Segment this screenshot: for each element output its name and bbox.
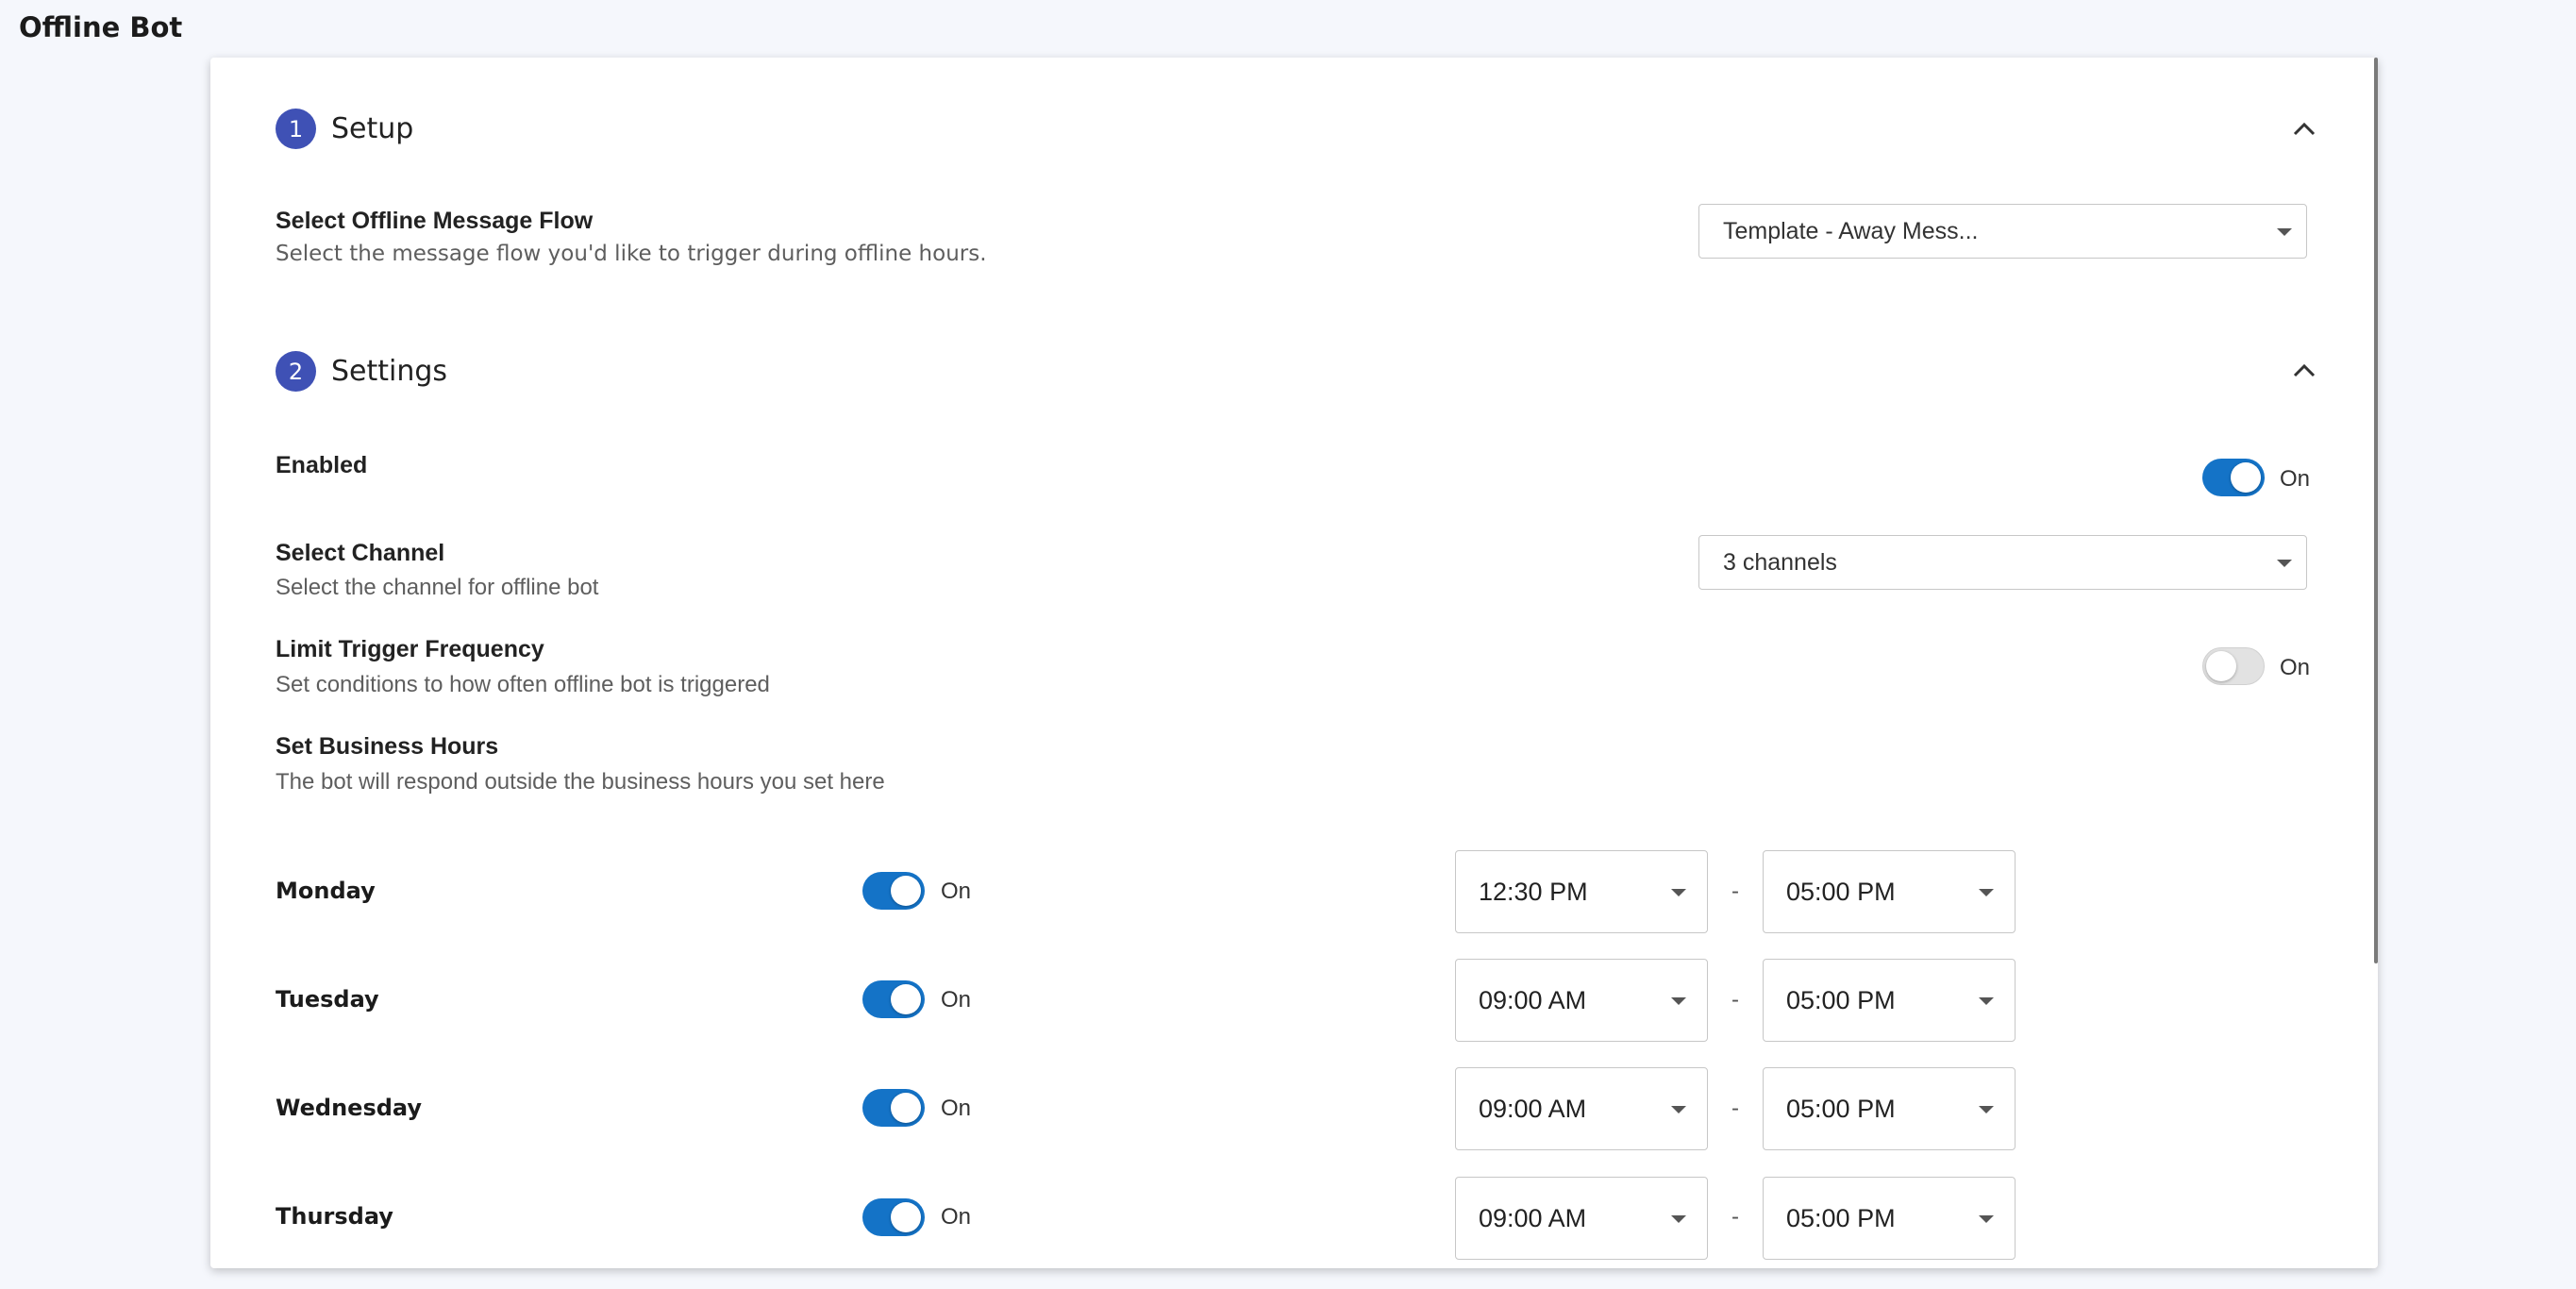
start-time-select-tuesday[interactable]: 09:00 AM (1455, 959, 1708, 1042)
end-time-value: 05:00 PM (1786, 877, 1896, 906)
business-hours-description: The bot will respond outside the busines… (276, 769, 885, 795)
enabled-label: Enabled (276, 452, 368, 478)
day-toggle-state: On (941, 1096, 972, 1121)
time-separator: - (1731, 987, 1739, 1013)
offline-flow-description: Select the message flow you'd like to tr… (276, 242, 987, 266)
time-separator: - (1731, 879, 1739, 904)
section-number-badge: 1 (276, 109, 316, 149)
channel-label: Select Channel (276, 540, 445, 566)
end-time-value: 05:00 PM (1786, 1203, 1896, 1232)
offline-flow-value: Template - Away Mess... (1723, 217, 1979, 244)
section-number-badge: 2 (276, 351, 316, 392)
start-time-value: 09:00 AM (1479, 1094, 1587, 1123)
channel-select[interactable]: 3 channels (1698, 535, 2307, 590)
chevron-down-icon (1979, 997, 1994, 1005)
end-time-value: 05:00 PM (1786, 1094, 1896, 1123)
business-hours-label: Set Business Hours (276, 733, 499, 760)
enabled-toggle[interactable] (2202, 459, 2265, 496)
chevron-down-icon (1979, 889, 1994, 896)
channel-description: Select the channel for offline bot (276, 575, 599, 600)
day-toggle-monday[interactable] (862, 872, 925, 910)
chevron-down-icon (1979, 1106, 1994, 1113)
section-title: Setup (331, 112, 414, 145)
offline-bot-card: 1 Setup Select Offline Message Flow Sele… (210, 58, 2378, 1268)
day-label-wednesday: Wednesday (276, 1095, 423, 1121)
day-label-monday: Monday (276, 878, 376, 904)
day-toggle-state: On (941, 1204, 972, 1230)
channel-value: 3 channels (1723, 548, 1837, 576)
limit-frequency-label: Limit Trigger Frequency (276, 636, 544, 662)
start-time-select-monday[interactable]: 12:30 PM (1455, 850, 1708, 933)
chevron-down-icon (1671, 889, 1686, 896)
end-time-select-tuesday[interactable]: 05:00 PM (1763, 959, 2016, 1042)
page-title: Offline Bot (19, 11, 183, 43)
section-header-settings[interactable]: 2 Settings (276, 351, 447, 392)
chevron-down-icon (2277, 560, 2292, 567)
end-time-select-wednesday[interactable]: 05:00 PM (1763, 1067, 2016, 1150)
chevron-down-icon (1671, 1215, 1686, 1223)
day-toggle-thursday[interactable] (862, 1198, 925, 1236)
start-time-value: 12:30 PM (1479, 877, 1588, 906)
end-time-select-thursday[interactable]: 05:00 PM (1763, 1177, 2016, 1260)
chevron-down-icon (2277, 228, 2292, 236)
time-separator: - (1731, 1096, 1739, 1121)
start-time-value: 09:00 AM (1479, 985, 1587, 1014)
section-title: Settings (331, 355, 448, 388)
chevron-up-icon[interactable] (2292, 363, 2317, 378)
chevron-up-icon[interactable] (2292, 122, 2317, 137)
start-time-select-thursday[interactable]: 09:00 AM (1455, 1177, 1708, 1260)
chevron-down-icon (1671, 997, 1686, 1005)
end-time-value: 05:00 PM (1786, 985, 1896, 1014)
chevron-down-icon (1671, 1106, 1686, 1113)
day-toggle-state: On (941, 879, 972, 904)
chevron-down-icon (1979, 1215, 1994, 1223)
day-label-thursday: Thursday (276, 1203, 393, 1230)
day-label-tuesday: Tuesday (276, 986, 379, 1013)
start-time-value: 09:00 AM (1479, 1203, 1587, 1232)
start-time-select-wednesday[interactable]: 09:00 AM (1455, 1067, 1708, 1150)
end-time-select-monday[interactable]: 05:00 PM (1763, 850, 2016, 933)
offline-flow-select[interactable]: Template - Away Mess... (1698, 204, 2307, 259)
day-toggle-tuesday[interactable] (862, 980, 925, 1018)
day-toggle-wednesday[interactable] (862, 1089, 925, 1127)
day-toggle-state: On (941, 987, 972, 1013)
enabled-toggle-state: On (2280, 466, 2311, 492)
limit-frequency-toggle-state: On (2280, 655, 2311, 680)
limit-frequency-toggle[interactable] (2202, 647, 2265, 685)
limit-frequency-description: Set conditions to how often offline bot … (276, 672, 770, 697)
time-separator: - (1731, 1204, 1739, 1230)
offline-flow-label: Select Offline Message Flow (276, 208, 594, 234)
section-header-setup[interactable]: 1 Setup (276, 109, 413, 149)
scrollbar[interactable] (2374, 58, 2378, 963)
